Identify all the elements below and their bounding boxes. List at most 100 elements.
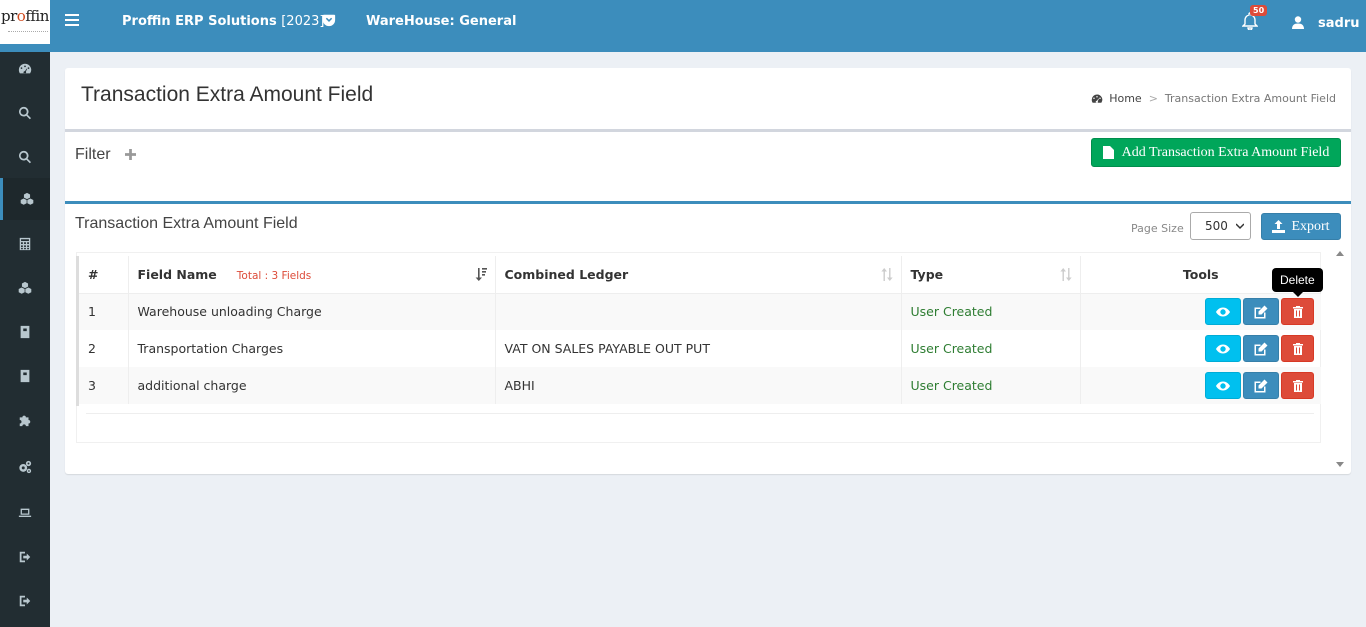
row-tools	[1080, 367, 1321, 404]
cubes-icon	[20, 192, 33, 205]
sidebar-item-book[interactable]	[0, 317, 50, 347]
scroll-down-arrow[interactable]	[1336, 462, 1344, 467]
edit-icon	[1254, 305, 1268, 319]
row-field-name: Warehouse unloading Charge	[128, 293, 496, 330]
search-icon	[19, 150, 32, 164]
book-icon	[20, 325, 30, 339]
edit-button[interactable]	[1243, 298, 1279, 326]
column-type[interactable]: Type	[901, 256, 1081, 294]
user-icon	[1292, 16, 1304, 29]
sidebar-item-cubes-active[interactable]	[0, 178, 50, 220]
edit-button[interactable]	[1243, 335, 1279, 362]
sidebar-item-calculator[interactable]	[0, 229, 50, 259]
warehouse-label[interactable]: WareHouse: General	[366, 14, 516, 29]
notification-badge: 50	[1250, 5, 1268, 16]
delete-button[interactable]	[1281, 335, 1314, 362]
view-button[interactable]	[1205, 372, 1241, 399]
breadcrumb-separator: >	[1148, 92, 1158, 105]
total-count: Total : 3 Fields	[236, 269, 312, 282]
page-size-label: Page Size	[1131, 222, 1184, 235]
logo-text: proffin	[1, 7, 49, 25]
pocket-icon[interactable]	[322, 13, 336, 27]
eye-icon	[1216, 381, 1230, 390]
sidebar-item-book-2[interactable]	[0, 361, 50, 391]
logo-underline	[8, 31, 48, 33]
row-index: 2	[79, 330, 129, 367]
row-index: 1	[79, 293, 129, 330]
sidebar-item-cubes[interactable]	[0, 273, 50, 303]
table-footer-line	[86, 413, 1314, 414]
table-row: 2 Transportation Charges VAT ON SALES PA…	[79, 330, 1321, 367]
logo[interactable]: proffin	[0, 0, 50, 44]
row-combined-ledger: VAT ON SALES PAYABLE OUT PUT	[495, 330, 902, 367]
search-icon	[19, 106, 32, 120]
export-button[interactable]: Export	[1261, 213, 1341, 240]
row-tools	[1080, 293, 1321, 330]
delete-button[interactable]	[1281, 372, 1314, 399]
menu-toggle-icon[interactable]	[65, 14, 79, 28]
upload-icon	[1272, 220, 1286, 233]
add-field-button[interactable]: Add Transaction Extra Amount Field	[1091, 138, 1341, 167]
sidebar-item-puzzle[interactable]	[0, 405, 50, 435]
row-field-name: additional charge	[128, 367, 496, 404]
row-combined-ledger	[495, 293, 902, 330]
breadcrumb-current: Transaction Extra Amount Field	[1164, 92, 1336, 105]
row-type: User Created	[901, 330, 1081, 367]
row-field-name: Transportation Charges	[128, 330, 496, 367]
sidebar-item-sign-out-2[interactable]	[0, 586, 50, 616]
plus-icon[interactable]	[125, 149, 136, 160]
filter-title[interactable]: Filter	[75, 146, 111, 164]
row-combined-ledger: ABHI	[495, 367, 902, 404]
puzzle-icon	[19, 415, 31, 427]
breadcrumb: Home > Transaction Extra Amount Field	[1091, 92, 1336, 105]
sort-icon[interactable]	[1059, 268, 1072, 281]
sign-out-icon	[19, 595, 31, 607]
row-type: User Created	[901, 293, 1081, 330]
scroll-up-arrow[interactable]	[1336, 251, 1344, 256]
sign-out-icon	[19, 551, 31, 563]
calculator-icon	[19, 237, 31, 251]
sidebar-item-sign-out[interactable]	[0, 542, 50, 572]
sidebar-item-cogs[interactable]	[0, 452, 50, 482]
delete-button[interactable]	[1281, 298, 1314, 326]
user-name[interactable]: sadru	[1318, 16, 1359, 31]
column-index: #	[79, 256, 129, 294]
list-title: Transaction Extra Amount Field	[75, 215, 298, 232]
page-title: Transaction Extra Amount Field	[81, 83, 374, 106]
top-header: proffin Proffin ERP Solutions [2023] War…	[0, 0, 1366, 52]
trash-icon	[1292, 342, 1303, 355]
table-row: 3 additional charge ABHI User Created	[79, 367, 1321, 404]
sidebar-item-search[interactable]	[0, 98, 50, 128]
breadcrumb-home[interactable]: Home	[1109, 92, 1141, 105]
sort-desc-icon[interactable]	[475, 268, 487, 281]
view-button[interactable]	[1205, 298, 1241, 326]
sidebar-item-laptop[interactable]	[0, 498, 50, 528]
table-header-row: # Field Name Total : 3 Fields Combined Le…	[79, 256, 1321, 294]
edit-button[interactable]	[1243, 372, 1279, 399]
section-divider	[65, 201, 1351, 204]
title-divider	[65, 129, 1351, 132]
laptop-icon	[18, 508, 32, 517]
file-icon	[1102, 146, 1114, 159]
trash-icon	[1292, 379, 1303, 392]
view-button[interactable]	[1205, 335, 1241, 362]
dashboard-icon	[18, 63, 32, 74]
trash-icon	[1292, 305, 1303, 318]
cogs-icon	[19, 460, 32, 474]
fields-table: # Field Name Total : 3 Fields Combined Le…	[79, 256, 1321, 404]
book-icon	[20, 369, 30, 383]
chevron-down-icon	[1236, 223, 1244, 230]
column-combined-ledger[interactable]: Combined Ledger	[495, 256, 902, 294]
sort-icon[interactable]	[880, 268, 893, 281]
sidebar-item-dashboard[interactable]	[0, 54, 50, 84]
page-size-select[interactable]: 500	[1190, 212, 1251, 240]
row-tools	[1080, 330, 1321, 367]
eye-icon	[1216, 344, 1230, 353]
sidebar	[0, 52, 50, 627]
content-box: Transaction Extra Amount Field Home > Tr…	[65, 68, 1351, 474]
table-row: 1 Warehouse unloading Charge User Create…	[79, 293, 1321, 330]
column-field-name[interactable]: Field Name Total : 3 Fields	[128, 256, 496, 294]
sidebar-item-search-2[interactable]	[0, 142, 50, 172]
app-title: Proffin ERP Solutions [2023]	[122, 14, 325, 29]
dashboard-icon	[1091, 93, 1103, 103]
